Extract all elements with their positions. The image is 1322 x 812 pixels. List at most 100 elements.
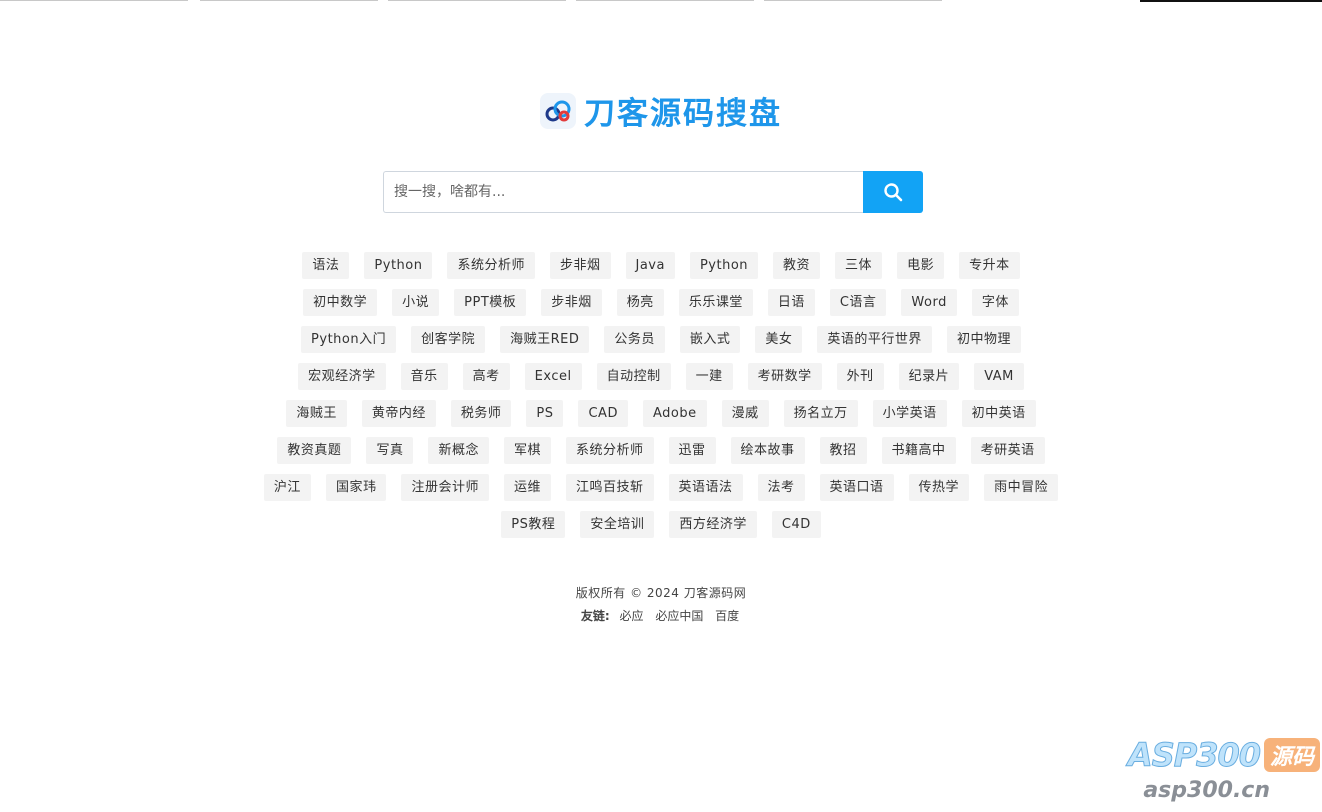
tag-item[interactable]: 系统分析师	[565, 437, 654, 464]
tag-item[interactable]: 音乐	[400, 363, 448, 390]
tag-item[interactable]: 美女	[755, 326, 803, 353]
tag-item[interactable]: PS教程	[501, 511, 566, 538]
tag-item[interactable]: 西方经济学	[669, 511, 757, 538]
tag-item[interactable]: 外刊	[836, 363, 884, 390]
tag-item[interactable]: 税务师	[450, 400, 512, 427]
tag-item[interactable]: 教资真题	[277, 437, 352, 464]
tag-item[interactable]: PPT模板	[454, 289, 527, 316]
tag-item[interactable]: 语法	[302, 252, 350, 279]
tag-item[interactable]: 创客学院	[411, 326, 486, 353]
tag-item[interactable]: 考研数学	[747, 363, 822, 390]
tag-item[interactable]: Python	[364, 252, 433, 279]
tag-item[interactable]: 乐乐课堂	[678, 289, 753, 316]
tag-item[interactable]: 扬名立万	[783, 400, 858, 427]
friend-links-label: 友链:	[580, 609, 610, 623]
tag-item[interactable]: 英语的平行世界	[817, 326, 932, 353]
asp300-watermark: ASP300 源码 asp300.cn	[1122, 736, 1322, 806]
tag-row: 沪江 国家玮 注册会计师 运维 江鸣百技斩 英语语法 法考 英语口语 传热学 雨…	[220, 474, 1102, 501]
tag-item[interactable]: 小学英语	[872, 400, 947, 427]
tag-item[interactable]: Excel	[524, 363, 582, 390]
tag-item[interactable]: Word	[901, 289, 957, 316]
tag-item[interactable]: C4D	[771, 511, 821, 538]
tag-item[interactable]: 教招	[819, 437, 867, 464]
tag-item[interactable]: 军棋	[503, 437, 551, 464]
tag-item[interactable]: 运维	[503, 474, 551, 501]
tag-item[interactable]: Adobe	[642, 400, 707, 427]
tag-item[interactable]: 杨亮	[616, 289, 664, 316]
tag-item[interactable]: 沪江	[263, 474, 311, 501]
watermark-brand: ASP300	[1127, 736, 1261, 775]
tag-item[interactable]: 初中物理	[946, 326, 1021, 353]
page-footer: 版权所有 © 2024 刀客源码网 友链: 必应 必应中国 百度	[0, 584, 1322, 625]
tag-item[interactable]: 海贼王	[286, 400, 347, 427]
tag-item[interactable]: 电影	[897, 252, 945, 279]
tag-item[interactable]: 字体	[971, 289, 1019, 316]
tag-item[interactable]: 教资	[773, 252, 821, 279]
tag-row: 宏观经济学 音乐 高考 Excel 自动控制 一建 考研数学 外刊 纪录片 VA…	[220, 363, 1102, 390]
tag-item[interactable]: 小说	[392, 289, 440, 316]
tag-row: Python入门 创客学院 海贼王RED 公务员 嵌入式 美女 英语的平行世界 …	[220, 326, 1102, 353]
watermark-badge: 源码	[1263, 738, 1320, 772]
search-bar	[383, 171, 923, 213]
tag-item[interactable]: 一建	[685, 363, 733, 390]
tag-row: 语法 Python 系统分析师 步非烟 Java Python 教资 三体 电影…	[220, 252, 1102, 279]
tag-item[interactable]: C语言	[829, 289, 887, 316]
site-title: 刀客源码搜盘	[584, 96, 782, 132]
search-button[interactable]	[863, 171, 923, 213]
tag-row: 初中数学 小说 PPT模板 步非烟 杨亮 乐乐课堂 日语 C语言 Word 字体	[220, 289, 1102, 316]
watermark-url: asp300.cn	[1143, 778, 1270, 803]
tag-item[interactable]: 黄帝内经	[361, 400, 436, 427]
tag-item[interactable]: 英语语法	[668, 474, 743, 501]
tag-item[interactable]: 步非烟	[541, 289, 602, 316]
copyright-text: 版权所有 © 2024 刀客源码网	[575, 586, 747, 600]
tag-item[interactable]: CAD	[578, 400, 628, 427]
tag-item[interactable]: 江鸣百技斩	[565, 474, 654, 501]
tag-item[interactable]: Python	[689, 252, 759, 279]
hot-tags: 语法 Python 系统分析师 步非烟 Java Python 教资 三体 电影…	[220, 252, 1102, 548]
tag-item[interactable]: 安全培训	[580, 511, 655, 538]
tag-item[interactable]: 漫威	[721, 400, 769, 427]
tag-item[interactable]: 考研英语	[970, 437, 1045, 464]
tag-item[interactable]: 迅雷	[668, 437, 716, 464]
tag-item[interactable]: 初中数学	[303, 289, 378, 316]
tag-item[interactable]: 系统分析师	[447, 252, 535, 279]
tag-row: 海贼王 黄帝内经 税务师 PS CAD Adobe 漫威 扬名立万 小学英语 初…	[220, 400, 1102, 427]
tag-item[interactable]: Java	[625, 252, 675, 279]
tag-row: PS教程 安全培训 西方经济学 C4D	[220, 511, 1102, 538]
tag-item[interactable]: 国家玮	[325, 474, 387, 501]
tag-item[interactable]: 纪录片	[898, 363, 960, 390]
tag-item[interactable]: 海贼王RED	[500, 326, 590, 353]
site-logo[interactable]: 刀客源码搜盘	[0, 88, 1322, 133]
tag-item[interactable]: 宏观经济学	[298, 363, 386, 390]
search-input[interactable]	[383, 171, 863, 213]
tag-item[interactable]: 日语	[767, 289, 815, 316]
tag-item[interactable]: 高考	[462, 363, 510, 390]
tag-item[interactable]: 英语口语	[819, 474, 894, 501]
tag-item[interactable]: 嵌入式	[679, 326, 741, 353]
tag-item[interactable]: 传热学	[908, 474, 970, 501]
tag-item[interactable]: 注册会计师	[401, 474, 489, 501]
tag-item[interactable]: 绘本故事	[730, 437, 805, 464]
top-progress-segments	[0, 0, 1322, 2]
tag-item[interactable]: 新概念	[428, 437, 489, 464]
cloud-link-icon	[540, 92, 576, 129]
friend-links: 友链: 必应 必应中国 百度	[0, 607, 1322, 625]
tag-item[interactable]: Python入门	[301, 326, 397, 353]
tag-item[interactable]: 书籍高中	[881, 437, 956, 464]
friend-link-bing-china[interactable]: 必应中国	[655, 609, 703, 623]
tag-item[interactable]: 自动控制	[596, 363, 671, 390]
tag-item[interactable]: 初中英语	[961, 400, 1036, 427]
tag-row: 教资真题 写真 新概念 军棋 系统分析师 迅雷 绘本故事 教招 书籍高中 考研英…	[220, 437, 1102, 464]
friend-link-bing[interactable]: 必应	[619, 609, 643, 623]
tag-item[interactable]: PS	[526, 400, 564, 427]
tag-item[interactable]: 写真	[366, 437, 414, 464]
tag-item[interactable]: 专升本	[959, 252, 1020, 279]
search-icon	[884, 183, 903, 202]
friend-link-baidu[interactable]: 百度	[715, 609, 739, 623]
tag-item[interactable]: 公务员	[604, 326, 665, 353]
tag-item[interactable]: 步非烟	[549, 252, 611, 279]
tag-item[interactable]: 三体	[835, 252, 883, 279]
tag-item[interactable]: 法考	[757, 474, 805, 501]
tag-item[interactable]: VAM	[974, 363, 1024, 390]
tag-item[interactable]: 雨中冒险	[984, 474, 1059, 501]
